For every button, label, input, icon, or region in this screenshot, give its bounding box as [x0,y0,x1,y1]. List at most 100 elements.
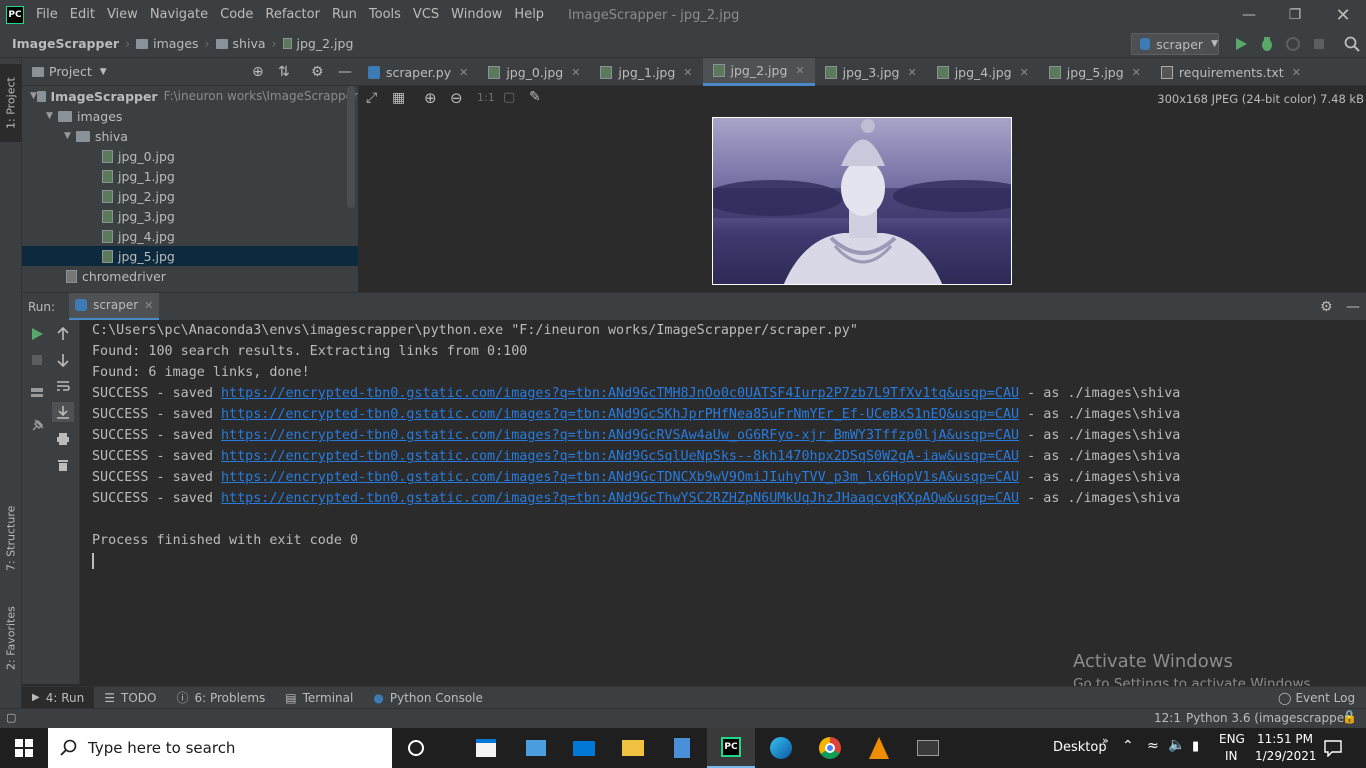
tree-item-file[interactable]: jpg_2.jpg [22,186,358,206]
search-icon[interactable] [1344,36,1360,52]
tab-scraper-py[interactable]: scraper.py ✕ [358,58,478,86]
run-tab-scraper[interactable]: scraper ✕ [69,292,160,321]
bottom-tab-problems[interactable]: ⓘ 6: Problems [166,687,275,709]
bottom-tab-terminal[interactable]: ▤ Terminal [275,687,363,709]
lock-icon[interactable]: 🔓 [1342,710,1357,724]
console-link[interactable]: https://encrypted-tbn0.gstatic.com/image… [221,470,1019,485]
menu-run[interactable]: Run [326,0,363,30]
event-log-button[interactable]: ◯ Event Log [1268,687,1365,709]
gear-icon[interactable]: ⚙ [311,64,324,80]
hide-panel-icon[interactable]: — [1346,299,1360,315]
trash-icon[interactable] [56,458,70,472]
store-icon[interactable] [462,728,510,768]
breadcrumb-project[interactable]: ImageScrapper [12,36,119,51]
console-link[interactable]: https://encrypted-tbn0.gstatic.com/image… [221,407,1019,422]
windows-start-icon[interactable] [15,739,33,757]
volume-icon[interactable]: 🔈 [1168,737,1185,753]
project-panel-title[interactable]: Project [49,64,92,79]
bottom-tab-python-console[interactable]: ● Python Console [363,687,493,709]
actual-size-button[interactable]: 1:1 [477,91,495,104]
notification-icon[interactable] [1324,739,1342,757]
battery-icon[interactable]: ▮ [1192,739,1199,754]
python-interpreter[interactable]: Python 3.6 (imagescrapper) [1186,711,1354,725]
arrow-up-icon[interactable] [56,327,70,341]
chevron-right-double-icon[interactable]: » [1102,734,1109,747]
menu-help[interactable]: Help [508,0,550,30]
structure-tool-tab[interactable]: 7: Structure [0,498,22,578]
print-icon[interactable] [56,432,70,446]
terminal-app-icon[interactable] [904,728,952,768]
taskbar-search-box[interactable]: Type here to search [48,728,392,768]
close-icon[interactable]: ✕ [144,299,153,312]
rerun-icon[interactable] [30,327,44,341]
menu-vcs[interactable]: VCS [407,0,445,30]
close-icon[interactable]: ✕ [683,66,692,79]
file-explorer-icon[interactable] [609,728,657,768]
language-eng[interactable]: ENG [1219,732,1245,746]
pin-icon[interactable] [30,419,44,433]
tab-jpg-1[interactable]: jpg_1.jpg ✕ [590,58,702,86]
cortana-icon[interactable] [392,728,440,768]
chevron-down-icon[interactable]: ▼ [100,67,107,77]
menu-window[interactable]: Window [445,0,508,30]
pycharm-logo-icon[interactable]: PC [6,6,24,24]
tab-jpg-3[interactable]: jpg_3.jpg ✕ [815,58,927,86]
close-icon[interactable]: ✕ [1132,66,1141,79]
edge-icon[interactable] [757,728,805,768]
favorites-tool-tab[interactable]: 2: Favorites [0,598,22,678]
console-link[interactable]: https://encrypted-tbn0.gstatic.com/image… [221,386,1019,401]
wifi-icon[interactable]: ≈ [1147,738,1159,754]
menu-edit[interactable]: Edit [64,0,101,30]
menu-refactor[interactable]: Refactor [259,0,326,30]
debug-icon[interactable] [1259,36,1275,52]
menu-view[interactable]: View [101,0,144,30]
soft-wrap-icon[interactable] [56,379,70,393]
close-icon[interactable]: ✕ [571,66,580,79]
close-icon[interactable]: ✕ [1320,0,1366,30]
tab-jpg-4[interactable]: jpg_4.jpg ✕ [927,58,1039,86]
collapse-icon[interactable]: ⇅ [278,64,290,80]
tab-jpg-0[interactable]: jpg_0.jpg ✕ [478,58,590,86]
menu-file[interactable]: File [30,0,64,30]
locate-icon[interactable]: ⊕ [252,64,264,80]
breadcrumb-file[interactable]: jpg_2.jpg [297,36,354,51]
fit-zoom-icon[interactable]: ⤢ [366,90,377,106]
close-icon[interactable]: ✕ [459,66,468,79]
chevron-up-icon[interactable]: ⌃ [1122,738,1134,754]
tree-item-shiva[interactable]: ▼ shiva [22,126,358,146]
mail-icon[interactable] [560,728,608,768]
hide-panel-icon[interactable]: — [338,64,352,80]
layout-icon[interactable] [30,385,44,399]
panel-toggle-icon[interactable]: ▢ [6,711,16,724]
menu-navigate[interactable]: Navigate [144,0,214,30]
grid-icon[interactable]: ▦ [392,90,405,106]
tree-item-root[interactable]: ▼ ImageScrapper F:\ineuron works\ImageSc… [22,86,358,106]
tree-item-images[interactable]: ▼ images [22,106,358,126]
menu-code[interactable]: Code [214,0,259,30]
arrow-down-icon[interactable] [56,353,70,367]
tree-item-file[interactable]: jpg_4.jpg [22,226,358,246]
console-link[interactable]: https://encrypted-tbn0.gstatic.com/image… [221,449,1019,464]
zoom-out-icon[interactable]: ⊖ [450,89,463,107]
tree-item-file[interactable]: jpg_0.jpg [22,146,358,166]
tab-jpg-5[interactable]: jpg_5.jpg ✕ [1039,58,1151,86]
run-config-select[interactable]: scraper ▼ [1131,33,1219,55]
tree-item-chromedriver[interactable]: chromedriver [22,266,358,286]
clock-date[interactable]: 1/29/2021 [1255,749,1317,763]
minimize-icon[interactable]: — [1226,0,1272,30]
desktop-toolbar[interactable]: Desktop [1053,740,1107,755]
pycharm-taskbar-icon[interactable]: PC [707,728,755,768]
close-icon[interactable]: ✕ [1020,66,1029,79]
zoom-in-icon[interactable]: ⊕ [424,89,437,107]
project-scrollbar[interactable] [347,86,355,208]
tree-item-file-selected[interactable]: jpg_5.jpg [22,246,358,266]
coverage-icon[interactable] [1285,36,1301,52]
file-app-icon[interactable] [512,728,560,768]
menu-tools[interactable]: Tools [363,0,407,30]
bottom-tab-todo[interactable]: ☰ TODO [94,687,166,709]
language-in[interactable]: IN [1225,749,1238,763]
close-icon[interactable]: ✕ [795,64,804,77]
tree-item-file[interactable]: jpg_1.jpg [22,166,358,186]
bottom-tab-run[interactable]: ▶ 4: Run [22,686,95,709]
console-link[interactable]: https://encrypted-tbn0.gstatic.com/image… [221,491,1019,506]
